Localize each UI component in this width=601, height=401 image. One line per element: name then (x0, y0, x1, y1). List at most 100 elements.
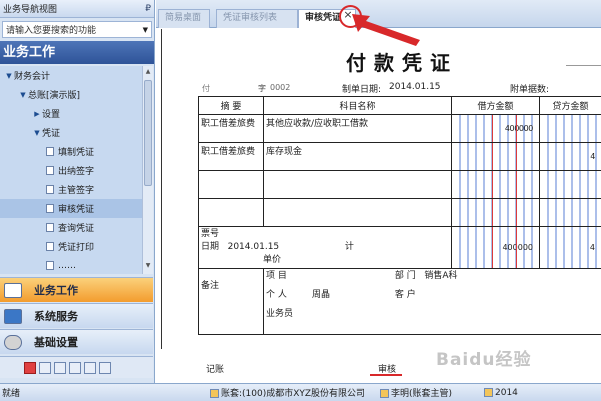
voucher-margin-line (161, 29, 162, 349)
business-work-button[interactable]: 业务工作 (0, 277, 153, 302)
status-user: 李明(账套主管) (391, 389, 453, 399)
collapse-icon[interactable]: ▼ (18, 91, 28, 99)
tree-item[interactable]: ▼ 总账[演示版] (0, 85, 153, 104)
entry-account[interactable]: 库存现金 (263, 142, 452, 171)
disc-icon (4, 334, 22, 350)
document-icon (46, 261, 54, 270)
entry-summary[interactable]: 职工借差旅费 (198, 142, 264, 171)
nav-panel-title: 业务导航视图 (3, 5, 58, 15)
entry-credit[interactable] (539, 114, 601, 143)
tree-item[interactable]: 凭证打印 (0, 237, 153, 256)
edit-icon[interactable] (39, 361, 51, 374)
entry-credit[interactable]: 4 (539, 142, 601, 171)
window-icon[interactable] (99, 361, 111, 374)
entry-debit[interactable] (451, 142, 540, 171)
voucher-number: 0002 (270, 83, 291, 92)
document-icon (46, 204, 54, 213)
ticket-cell: 票号 日期 2014.01.15 计 单价 (198, 226, 452, 269)
ticket-label: 票号 (201, 229, 220, 239)
entry-summary[interactable]: 职工借差旅费 (198, 114, 264, 143)
tab-voucher-review-list[interactable]: 凭证审核列表 (216, 9, 298, 28)
attachments-label: 附单据数: (510, 85, 550, 95)
stop-icon[interactable] (24, 361, 36, 374)
tree-item-label: 审核凭证 (58, 205, 95, 215)
business-nav-panel: 业务导航视图 ₽ 请输入您要搜索的功能 ▼ 业务工作 ▼ 财务会计 ▼ 总账[演示版]… (0, 0, 155, 383)
voucher-header-row: 摘 要 科目名称 借方金额 贷方金额 (198, 96, 601, 115)
collapse-icon[interactable]: ▼ (32, 129, 42, 137)
copy-icon[interactable] (84, 361, 96, 374)
voucher-remark-row: 备注 项 目 部 门 销售A科 个 人 周晶 客 户 业务员 (198, 268, 601, 335)
document-icon (46, 166, 54, 175)
users-icon[interactable] (69, 361, 81, 374)
voucher-title: 付款凭证 (346, 51, 458, 75)
tab-simple-desktop[interactable]: 简易桌面 (158, 9, 210, 28)
entry-credit[interactable] (539, 198, 601, 227)
function-search-input[interactable]: 请输入您要搜索的功能 ▼ (2, 21, 152, 38)
voucher-entry-row[interactable]: 职工借差旅费 其他应收款/应收职工借款 400000 (198, 114, 601, 143)
collapse-icon[interactable]: ▼ (4, 72, 14, 80)
tree-scrollbar[interactable]: ▲ ▼ (142, 66, 153, 274)
tree-item[interactable]: ▶ 设置 (0, 104, 153, 123)
calendar-icon (484, 387, 493, 397)
tree-item[interactable]: 填制凭证 (0, 142, 153, 161)
system-service-button[interactable]: 系统服务 (0, 303, 153, 328)
entry-debit[interactable] (451, 170, 540, 199)
scroll-thumb[interactable] (144, 80, 152, 186)
status-account: 账套:(100)成都市XYZ股份有限公司 (221, 389, 366, 399)
voucher-entry-row[interactable] (198, 170, 601, 199)
tree-item[interactable]: 查询凭证 (0, 218, 153, 237)
entry-date[interactable]: 2014.01.15 (389, 82, 441, 92)
entry-debit[interactable] (451, 198, 540, 227)
title-rule (566, 65, 601, 66)
expand-icon[interactable]: ▶ (32, 110, 42, 118)
app-window: 业务导航视图 ₽ 请输入您要搜索的功能 ▼ 业务工作 ▼ 财务会计 ▼ 总账[演示版]… (0, 0, 601, 401)
salesman-label: 业务员 (266, 309, 294, 319)
tree-item[interactable]: 主管签字 (0, 180, 153, 199)
entry-debit[interactable]: 400000 (451, 114, 540, 143)
tree-item[interactable]: 审核凭证 (0, 199, 153, 218)
entry-summary[interactable] (198, 170, 264, 199)
payment-voucher: 付款凭证 付 字 0002 制单日期: 2014.01.15 附单据数: 摘 要… (156, 29, 601, 383)
status-date-wrap: 2014 (484, 387, 544, 398)
entry-account[interactable]: 其他应收款/应收职工借款 (263, 114, 452, 143)
remark-label: 备注 (201, 281, 220, 291)
tree-item-label: 主管签字 (58, 186, 95, 196)
voucher-entry-row[interactable] (198, 198, 601, 227)
person-label: 个 人 (266, 290, 287, 300)
chart-icon (4, 282, 22, 298)
bookkeeper-label: 记账 (206, 365, 225, 375)
total-debit-value: 400000 (502, 243, 533, 252)
tree-item[interactable]: ▼ 凭证 (0, 123, 153, 142)
remark-details: 项 目 部 门 销售A科 个 人 周晶 客 户 业务员 (263, 268, 601, 335)
voucher-entry-row[interactable]: 职工借差旅费 库存现金 4 (198, 142, 601, 171)
basic-settings-button[interactable]: 基础设置 (0, 329, 153, 354)
status-account-wrap: 账套:(100)成都市XYZ股份有限公司 (210, 386, 380, 399)
grid-icon[interactable] (54, 361, 66, 374)
voucher-zi-label: 字 (258, 84, 266, 93)
entry-account[interactable] (263, 170, 452, 199)
nav-panel-header: 业务导航视图 ₽ (0, 0, 154, 18)
chevron-down-icon[interactable]: ▼ (143, 26, 148, 34)
nav-toolbar (0, 356, 153, 378)
nav-section-title: 业务工作 (0, 41, 154, 64)
tree-item[interactable]: ▼ 财务会计 (0, 66, 153, 85)
nav-tree: ▼ 财务会计 ▼ 总账[演示版] ▶ 设置 ▼ 凭证 填制凭证 出纳签字 主管签字 审核凭证 查询凭证凭… (0, 66, 153, 274)
entry-credit-value: 4 (590, 152, 595, 161)
entry-summary[interactable] (198, 198, 264, 227)
unit-price-label: 单价 (263, 255, 282, 265)
pin-icon[interactable]: ₽ (145, 4, 151, 14)
tree-item[interactable]: 出纳签字 (0, 161, 153, 180)
project-label: 项 目 (266, 271, 287, 281)
tree-item[interactable]: …… (0, 256, 153, 274)
voucher-table: 摘 要 科目名称 借方金额 贷方金额 职工借差旅费 其他应收款/应收职工借款 4… (198, 96, 601, 335)
entry-debit-value: 400000 (504, 124, 534, 133)
tree-item-label: 财务会计 (14, 72, 51, 82)
monitor-icon (4, 308, 22, 324)
entry-account[interactable] (263, 198, 452, 227)
scroll-down-icon[interactable]: ▼ (144, 262, 152, 272)
business-work-label: 业务工作 (34, 284, 78, 297)
scroll-up-icon[interactable]: ▲ (144, 68, 152, 78)
entry-credit[interactable] (539, 170, 601, 199)
tree-item-label: 凭证 (42, 129, 61, 139)
tree-item-label: 凭证打印 (58, 243, 95, 253)
